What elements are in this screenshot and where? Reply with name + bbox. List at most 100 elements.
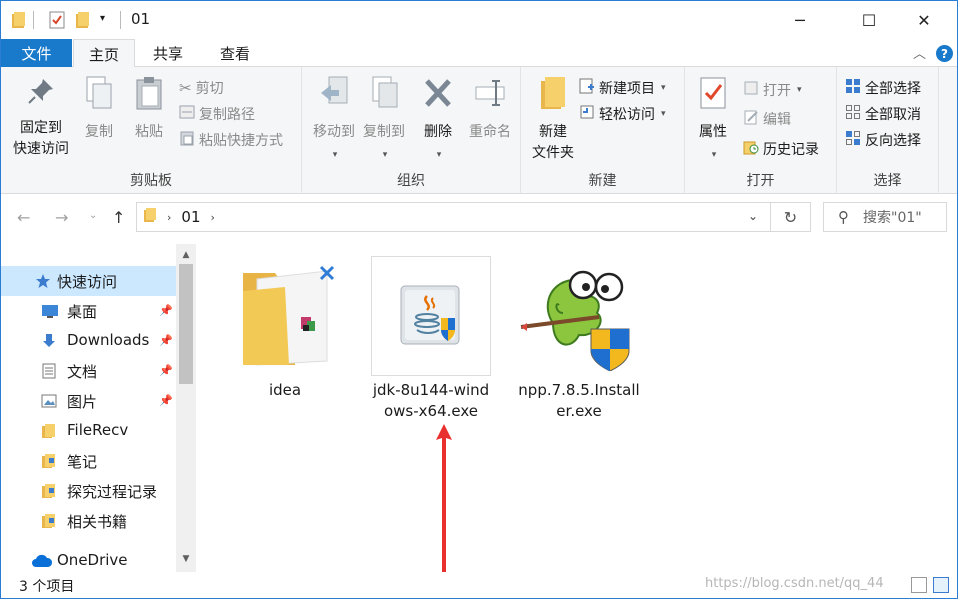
new-item-button[interactable]: 新建项目 ▾: [579, 76, 666, 100]
details-view-icon[interactable]: [911, 577, 927, 593]
customize-quick-access-icon[interactable]: ▾: [100, 13, 105, 24]
sidebar-item-quick-access[interactable]: 快速访问: [1, 266, 176, 296]
sidebar-item-research-log[interactable]: 探究过程记录: [1, 476, 176, 506]
delete-button[interactable]: 删除 ▾: [418, 75, 458, 166]
invert-selection-label: 反向选择: [865, 133, 921, 149]
copy-path-button[interactable]: 复制路径: [179, 102, 255, 126]
sidebar-item-label: OneDrive: [57, 551, 128, 569]
copy-to-button[interactable]: 复制到 ▾: [356, 75, 412, 166]
new-folder-button[interactable]: 新建 文件夹: [525, 75, 581, 164]
tab-share[interactable]: 共享: [137, 39, 199, 68]
file-name-line-2: ows-x64.exe: [383, 402, 478, 420]
star-icon: [35, 273, 51, 293]
sidebar-item-label: 桌面: [67, 303, 98, 321]
open-button[interactable]: 打开 ▾: [743, 78, 802, 102]
sidebar-scrollbar[interactable]: ▲ ▼: [176, 244, 196, 572]
large-icons-view-icon[interactable]: [933, 577, 949, 593]
download-icon: [41, 333, 57, 353]
up-arrow-icon[interactable]: ↑: [112, 208, 125, 227]
sidebar-item-desktop[interactable]: 桌面 📌: [1, 296, 176, 326]
easy-access-icon: [579, 104, 595, 124]
scissors-icon: ✂: [179, 79, 192, 97]
invert-selection-button[interactable]: 反向选择: [845, 128, 921, 152]
sidebar-item-downloads[interactable]: Downloads 📌: [1, 326, 176, 356]
breadcrumb-chevron-icon[interactable]: ›: [211, 211, 215, 224]
select-none-button[interactable]: 全部取消: [845, 102, 921, 126]
properties-label: 属性: [699, 124, 727, 140]
file-item-idea[interactable]: idea: [224, 256, 346, 401]
forward-arrow-icon[interactable]: →: [55, 208, 68, 227]
sidebar-item-label: 探究过程记录: [67, 483, 158, 501]
paste-shortcut-label: 粘贴快捷方式: [199, 133, 283, 149]
tab-file[interactable]: 文件: [1, 39, 72, 67]
recent-locations-icon[interactable]: ⌄: [89, 210, 97, 221]
copy-label: 复制: [85, 124, 113, 140]
close-button[interactable]: ✕: [901, 1, 947, 39]
properties-quick-icon[interactable]: [49, 11, 65, 33]
select-none-icon: [845, 104, 861, 124]
pin-icon[interactable]: 📌: [159, 304, 173, 317]
new-folder-quick-icon[interactable]: [75, 11, 91, 33]
file-item-npp-installer[interactable]: npp.7.8.5.Install er.exe: [518, 256, 640, 422]
new-group: 新建 文件夹 新建项目 ▾ 轻松访问 ▾ 新建: [521, 67, 685, 194]
minimize-button[interactable]: ─: [777, 1, 823, 39]
scroll-down-icon[interactable]: ▼: [176, 550, 196, 568]
file-name-line-2: er.exe: [556, 402, 602, 420]
select-none-label: 全部取消: [865, 107, 921, 123]
folder-icon: [41, 453, 57, 473]
properties-button[interactable]: 属性 ▾: [691, 75, 735, 166]
sidebar-item-filerecv[interactable]: FileRecv: [1, 416, 176, 446]
address-bar[interactable]: › 01 › ⌄: [136, 202, 771, 232]
paste-shortcut-button[interactable]: 粘贴快捷方式: [179, 128, 283, 152]
sidebar-item-label: FileRecv: [67, 421, 129, 439]
scroll-up-icon[interactable]: ▲: [176, 246, 196, 264]
select-group-label: 选择: [873, 173, 902, 189]
edit-label: 编辑: [763, 112, 791, 128]
sidebar-item-documents[interactable]: 文档 📌: [1, 356, 176, 386]
cut-button[interactable]: ✂ 剪切: [179, 76, 224, 100]
paste-button[interactable]: 粘贴: [129, 75, 169, 143]
collapse-ribbon-icon[interactable]: ︿: [913, 43, 926, 62]
window-title: 01: [131, 10, 151, 28]
sidebar-item-label: 笔记: [67, 453, 98, 471]
back-arrow-icon[interactable]: ←: [17, 208, 30, 227]
paste-shortcut-icon: [179, 130, 195, 150]
easy-access-button[interactable]: 轻松访问 ▾: [579, 102, 666, 126]
search-icon: ⚲: [838, 208, 849, 226]
sidebar-item-label: 快速访问: [57, 273, 118, 291]
refresh-button[interactable]: ↻: [771, 202, 811, 232]
help-button[interactable]: ?: [936, 45, 953, 62]
open-label: 打开: [763, 83, 791, 99]
scroll-thumb[interactable]: [179, 264, 193, 384]
sidebar-item-books[interactable]: 相关书籍: [1, 506, 176, 536]
breadcrumb-chevron-icon[interactable]: ›: [167, 211, 171, 224]
move-to-button[interactable]: 移动到 ▾: [306, 75, 362, 166]
history-button[interactable]: 历史记录: [743, 137, 819, 161]
move-to-dropdown-icon: ▾: [332, 150, 338, 160]
sidebar-item-pictures[interactable]: 图片 📌: [1, 386, 176, 416]
folder-app-icon: [11, 11, 27, 33]
cut-label: 剪切: [195, 81, 224, 97]
address-dropdown-icon[interactable]: ⌄: [748, 209, 758, 223]
tab-view[interactable]: 查看: [204, 39, 266, 68]
search-box[interactable]: ⚲ 搜索"01": [823, 202, 947, 232]
pin-icon[interactable]: 📌: [159, 334, 173, 347]
edit-button[interactable]: 编辑: [743, 107, 791, 131]
select-group: 全部选择 全部取消 反向选择 选择: [837, 67, 939, 194]
item-count: 3 个项目: [19, 579, 75, 595]
copy-button[interactable]: 复制: [79, 75, 119, 143]
pin-icon[interactable]: 📌: [159, 394, 173, 407]
select-all-button[interactable]: 全部选择: [845, 76, 921, 100]
rename-button[interactable]: 重命名: [464, 75, 516, 143]
pin-icon[interactable]: 📌: [159, 364, 173, 377]
delete-icon: [418, 75, 458, 118]
maximize-button[interactable]: ☐: [846, 1, 892, 39]
tab-home[interactable]: 主页: [73, 39, 135, 68]
breadcrumb-item[interactable]: 01: [181, 208, 200, 226]
sidebar-item-notes[interactable]: 笔记: [1, 446, 176, 476]
pin-quick-access-button[interactable]: 固定到 快速访问: [9, 75, 73, 160]
organize-group: 移动到 ▾ 复制到 ▾ 删除 ▾ 重命名 组织: [302, 67, 521, 194]
file-item-jdk-installer[interactable]: jdk-8u144-wind ows-x64.exe: [370, 256, 492, 422]
new-folder-label-1: 新建: [539, 124, 567, 140]
document-icon: [41, 363, 57, 383]
